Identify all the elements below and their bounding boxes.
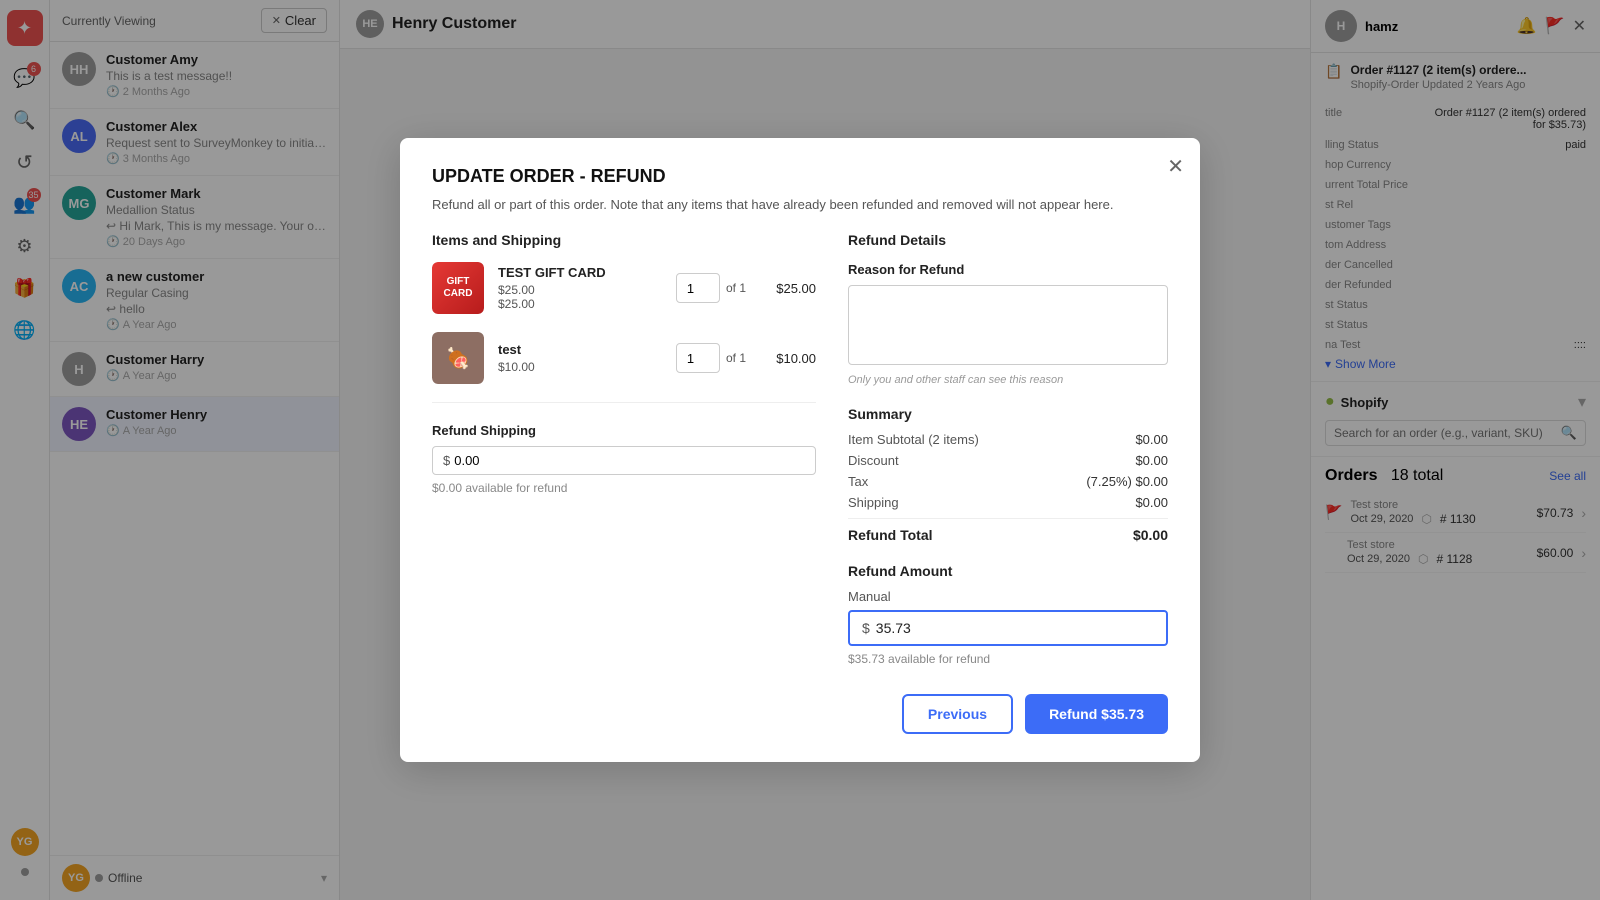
refund-details-title: Refund Details	[848, 232, 1168, 248]
subtotal-label: Item Subtotal (2 items)	[848, 432, 979, 447]
tax-label: Tax	[848, 474, 868, 489]
previous-button[interactable]: Previous	[902, 694, 1013, 734]
summary-section: Summary Item Subtotal (2 items) $0.00 Di…	[848, 406, 1168, 543]
manual-input-wrap: $	[848, 610, 1168, 646]
test-of: of 1	[726, 351, 746, 365]
modal-description: Refund all or part of this order. Note t…	[432, 197, 1168, 212]
test-visual: 🍖	[432, 332, 484, 384]
discount-label: Discount	[848, 453, 899, 468]
summary-row-subtotal: Item Subtotal (2 items) $0.00	[848, 432, 1168, 447]
gift-card-price1: $25.00	[498, 283, 662, 297]
item-row-test: 🍖 test $10.00 of 1 $10.00	[432, 332, 816, 384]
reason-textarea[interactable]	[848, 285, 1168, 365]
modal-body: Items and Shipping GIFTCARD TEST GIFT CA…	[432, 232, 1168, 734]
summary-row-discount: Discount $0.00	[848, 453, 1168, 468]
shipping-available: $0.00 available for refund	[432, 481, 816, 495]
test-image: 🍖	[432, 332, 484, 384]
summary-title: Summary	[848, 406, 1168, 422]
shipping-input-wrap: $	[432, 446, 816, 475]
shipping-label: Refund Shipping	[432, 423, 816, 438]
reason-note: Only you and other staff can see this re…	[848, 374, 1168, 386]
subtotal-value: $0.00	[1135, 432, 1168, 447]
modal-overlay: ✕ UPDATE ORDER - REFUND Refund all or pa…	[0, 0, 1600, 900]
gift-card-total: $25.00	[760, 281, 816, 296]
gift-card-qty: of 1	[676, 273, 746, 303]
summary-row-shipping: Shipping $0.00	[848, 495, 1168, 510]
refund-modal: ✕ UPDATE ORDER - REFUND Refund all or pa…	[400, 138, 1200, 762]
modal-close-button[interactable]: ✕	[1167, 154, 1184, 179]
refund-amount-title: Refund Amount	[848, 563, 1168, 579]
modal-right-section: Refund Details Reason for Refund Only yo…	[848, 232, 1168, 734]
manual-available: $35.73 available for refund	[848, 652, 1168, 666]
reason-label: Reason for Refund	[848, 262, 1168, 277]
discount-value: $0.00	[1135, 453, 1168, 468]
gift-card-details: TEST GIFT CARD $25.00 $25.00	[498, 265, 662, 311]
gift-card-of: of 1	[726, 281, 746, 295]
gift-card-image: GIFTCARD	[432, 262, 484, 314]
test-name: test	[498, 342, 662, 357]
refund-total-label: Refund Total	[848, 527, 933, 543]
manual-label: Manual	[848, 589, 1168, 604]
modal-title: UPDATE ORDER - REFUND	[432, 166, 1168, 187]
shipping-sum-value: $0.00	[1135, 495, 1168, 510]
manual-dollar-sign: $	[862, 620, 870, 636]
modal-footer: Previous Refund $35.73	[848, 694, 1168, 734]
test-qty-input[interactable]	[676, 343, 720, 373]
refund-total-value: $0.00	[1133, 527, 1168, 543]
test-details: test $10.00	[498, 342, 662, 374]
gift-card-visual: GIFTCARD	[432, 262, 484, 314]
gift-card-qty-input[interactable]	[676, 273, 720, 303]
refund-shipping-section: Refund Shipping $ $0.00 available for re…	[432, 423, 816, 495]
main-area: HE Henry Customer ✕ UPDATE ORDER - REFUN…	[340, 0, 1310, 900]
divider1	[432, 402, 816, 403]
shipping-input[interactable]	[454, 453, 805, 468]
tax-value: (7.25%) $0.00	[1086, 474, 1168, 489]
refund-button[interactable]: Refund $35.73	[1025, 694, 1168, 734]
manual-amount-input[interactable]	[876, 620, 1154, 636]
shipping-sum-label: Shipping	[848, 495, 899, 510]
refund-amount-section: Refund Amount Manual $ $35.73 available …	[848, 563, 1168, 666]
items-section-title: Items and Shipping	[432, 232, 816, 248]
test-total: $10.00	[760, 351, 816, 366]
modal-left-section: Items and Shipping GIFTCARD TEST GIFT CA…	[432, 232, 816, 734]
test-price: $10.00	[498, 360, 662, 374]
shipping-dollar: $	[443, 453, 450, 468]
test-qty: of 1	[676, 343, 746, 373]
item-row-gift-card: GIFTCARD TEST GIFT CARD $25.00 $25.00 of…	[432, 262, 816, 314]
refund-total-row: Refund Total $0.00	[848, 518, 1168, 543]
gift-card-name: TEST GIFT CARD	[498, 265, 662, 280]
summary-row-tax: Tax (7.25%) $0.00	[848, 474, 1168, 489]
gift-card-price2: $25.00	[498, 297, 662, 311]
